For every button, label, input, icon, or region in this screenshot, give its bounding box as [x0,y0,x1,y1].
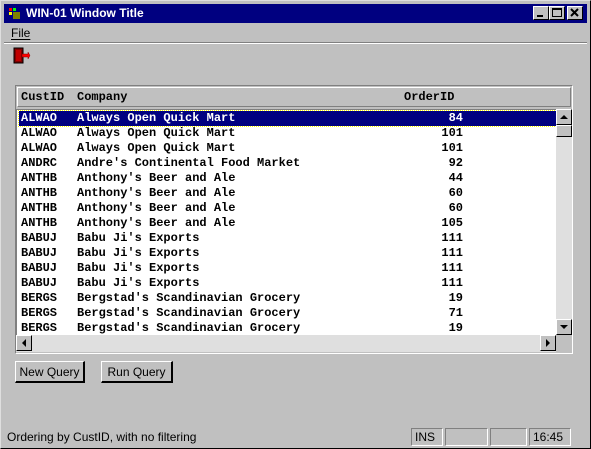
table-row[interactable]: ANDRC Andre's Continental Food Market 92 [19,156,556,171]
table-row[interactable]: ALWAO Always Open Quick Mart 84 [18,110,556,127]
table-row[interactable]: BABUJ Babu Ji's Exports 111 [19,261,556,276]
table-row[interactable]: ANTHB Anthony's Beer and Ale 60 [19,201,556,216]
scroll-down-button[interactable] [556,319,572,335]
scroll-left-icon [22,339,26,347]
status-message: Ordering by CustID, with no filtering [7,430,197,444]
cell-custid: BABUJ [21,246,58,260]
scroll-left-button[interactable] [16,335,32,351]
results-list[interactable]: ALWAO Always Open Quick Mart 84 ALWAO Always… [16,109,556,335]
toolbar-divider [4,42,587,44]
table-row[interactable]: BABUJ Babu Ji's Exports 111 [19,276,556,291]
cell-company: Always Open Quick Mart [77,111,236,125]
new-query-button[interactable]: New Query [15,361,85,383]
cell-orderid: 101 [441,141,463,155]
vertical-scrollbar[interactable] [556,109,572,335]
cell-custid: BABUJ [21,231,58,245]
close-icon [570,8,579,17]
title-bar[interactable]: WIN-01 Window Title [4,4,587,23]
run-query-button[interactable]: Run Query [101,361,173,383]
scroll-up-icon [560,115,568,119]
minimize-button[interactable] [533,6,549,20]
table-row[interactable]: ALWAO Always Open Quick Mart 101 [19,126,556,141]
cell-company: Bergstad's Scandinavian Grocery [77,306,301,320]
cell-company: Anthony's Beer and Ale [77,216,236,230]
table-row[interactable]: BERGS Bergstad's Scandinavian Grocery 71 [19,306,556,321]
table-row[interactable]: BABUJ Babu Ji's Exports 111 [19,246,556,261]
cell-company: Babu Ji's Exports [77,276,200,290]
cell-company: Anthony's Beer and Ale [77,186,236,200]
exit-button[interactable] [11,46,31,66]
cell-company: Babu Ji's Exports [77,231,200,245]
table-row[interactable]: ANTHB Anthony's Beer and Ale 44 [19,171,556,186]
table-row[interactable]: BABUJ Babu Ji's Exports 111 [19,231,556,246]
cell-company: Always Open Quick Mart [77,141,236,155]
cell-custid: ANTHB [21,171,58,185]
cell-orderid: 101 [441,126,463,140]
cell-custid: BABUJ [21,261,58,275]
table-row[interactable]: BERGS Bergstad's Scandinavian Grocery 19 [19,291,556,306]
vertical-scroll-thumb[interactable] [556,125,572,137]
horizontal-scrollbar[interactable] [16,335,556,352]
cell-orderid: 19 [448,321,463,335]
table-row[interactable]: ANTHB Anthony's Beer and Ale 60 [19,186,556,201]
grid-header: CustID Company OrderID [17,87,571,107]
scroll-up-button[interactable] [556,109,572,125]
menu-bar: File [4,24,587,42]
cell-orderid: 111 [441,276,463,290]
cell-custid: BERGS [21,306,58,320]
main-window: WIN-01 Window Title File CustID Company … [0,0,591,449]
status-pane-3 [490,428,527,446]
cell-orderid: 111 [441,246,463,260]
cell-company: Anthony's Beer and Ale [77,201,236,215]
cell-orderid: 111 [441,231,463,245]
app-icon [7,6,22,21]
cell-orderid: 19 [448,291,463,305]
maximize-button[interactable] [549,6,565,20]
cell-company: Andre's Continental Food Market [77,156,301,170]
table-row[interactable]: BERGS Bergstad's Scandinavian Grocery 19 [19,321,556,335]
cell-orderid: 111 [441,261,463,275]
cell-custid: ALWAO [21,111,58,125]
maximize-icon [552,8,562,17]
cell-custid: ALWAO [21,126,58,140]
cell-company: Anthony's Beer and Ale [77,171,236,185]
cell-custid: ANDRC [21,156,58,170]
cell-custid: ANTHB [21,201,58,215]
cell-orderid: 71 [448,306,463,320]
column-header-company[interactable]: Company [77,90,127,104]
cell-custid: BERGS [21,291,58,305]
cell-custid: BABUJ [21,276,58,290]
status-pane-2 [445,428,488,446]
scrollbar-corner [556,335,572,352]
cell-orderid: 92 [448,156,463,170]
cell-company: Babu Ji's Exports [77,261,200,275]
status-ins: INS [411,428,443,446]
cell-company: Always Open Quick Mart [77,126,236,140]
cell-company: Bergstad's Scandinavian Grocery [77,291,301,305]
cell-custid: ALWAO [21,141,58,155]
scroll-right-icon [546,339,550,347]
cell-company: Babu Ji's Exports [77,246,200,260]
column-header-custid[interactable]: CustID [21,90,64,104]
cell-custid: BERGS [21,321,58,335]
table-row[interactable]: ALWAO Always Open Quick Mart 101 [19,141,556,156]
menu-file[interactable]: File [11,26,30,40]
cell-custid: ANTHB [21,186,58,200]
exit-door-icon [13,47,31,64]
column-header-orderid[interactable]: OrderID [404,90,454,104]
scroll-right-button[interactable] [540,335,556,351]
cell-orderid: 44 [448,171,463,185]
close-button[interactable] [567,6,583,20]
cell-orderid: 105 [441,216,463,230]
cell-orderid: 60 [448,201,463,215]
cell-orderid: 84 [448,111,463,125]
cell-orderid: 60 [448,186,463,200]
minimize-icon [537,15,543,17]
cell-custid: ANTHB [21,216,58,230]
table-row[interactable]: ANTHB Anthony's Beer and Ale 105 [19,216,556,231]
scroll-down-icon [560,325,568,329]
window-title: WIN-01 Window Title [26,6,144,20]
status-time: 16:45 [529,428,571,446]
cell-company: Bergstad's Scandinavian Grocery [77,321,301,335]
